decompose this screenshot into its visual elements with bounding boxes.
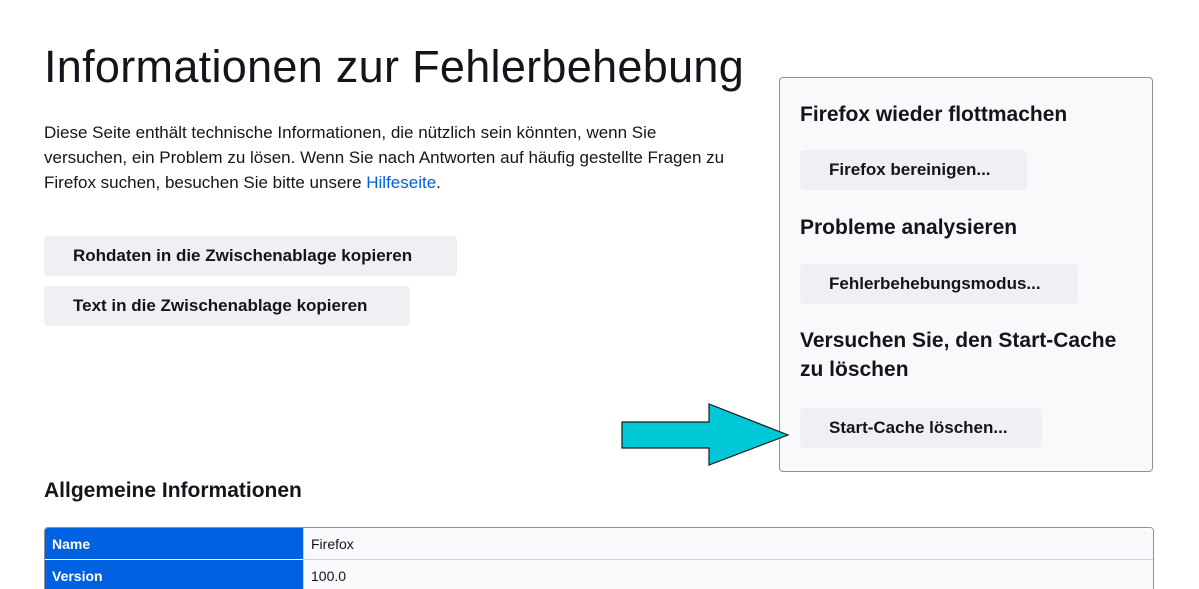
general-info-table: Name Firefox Version 100.0 [44, 527, 1154, 589]
refresh-heading: Firefox wieder flottmachen [800, 103, 1068, 126]
support-link[interactable]: Hilfeseite [366, 173, 436, 192]
row-label-version: Version [45, 560, 303, 589]
row-label-name: Name [45, 528, 303, 560]
troubleshooting-page: Informationen zur Fehlerbehebung Diese S… [0, 0, 1199, 589]
arrow-right-icon [621, 403, 790, 466]
troubleshoot-heading: Probleme analysieren [800, 216, 1018, 239]
action-box: Firefox wieder flottmachen Firefox berei… [779, 77, 1153, 472]
startup-cache-heading: Versuchen Sie, den Start-Cache zu lösche… [800, 329, 1117, 381]
row-value-version: 100.0 [303, 560, 1153, 589]
row-value-name: Firefox [303, 528, 1153, 560]
copy-text-button[interactable]: Text in die Zwischenablage kopieren [44, 286, 410, 326]
table-row: Version 100.0 [45, 560, 1153, 589]
clear-startup-cache-button[interactable]: Start-Cache löschen... [800, 408, 1042, 448]
copy-raw-data-button[interactable]: Rohdaten in die Zwischenablage kopieren [44, 236, 457, 276]
troubleshoot-mode-button[interactable]: Fehlerbehebungsmodus... [800, 264, 1078, 304]
refresh-firefox-button[interactable]: Firefox bereinigen... [800, 150, 1027, 190]
general-info-heading: Allgemeine Informationen [44, 479, 302, 502]
table-row: Name Firefox [45, 528, 1153, 560]
intro-end: . [436, 173, 441, 192]
intro-paragraph: Diese Seite enthält technische Informati… [44, 120, 734, 195]
page-title: Informationen zur Fehlerbehebung [44, 41, 745, 92]
